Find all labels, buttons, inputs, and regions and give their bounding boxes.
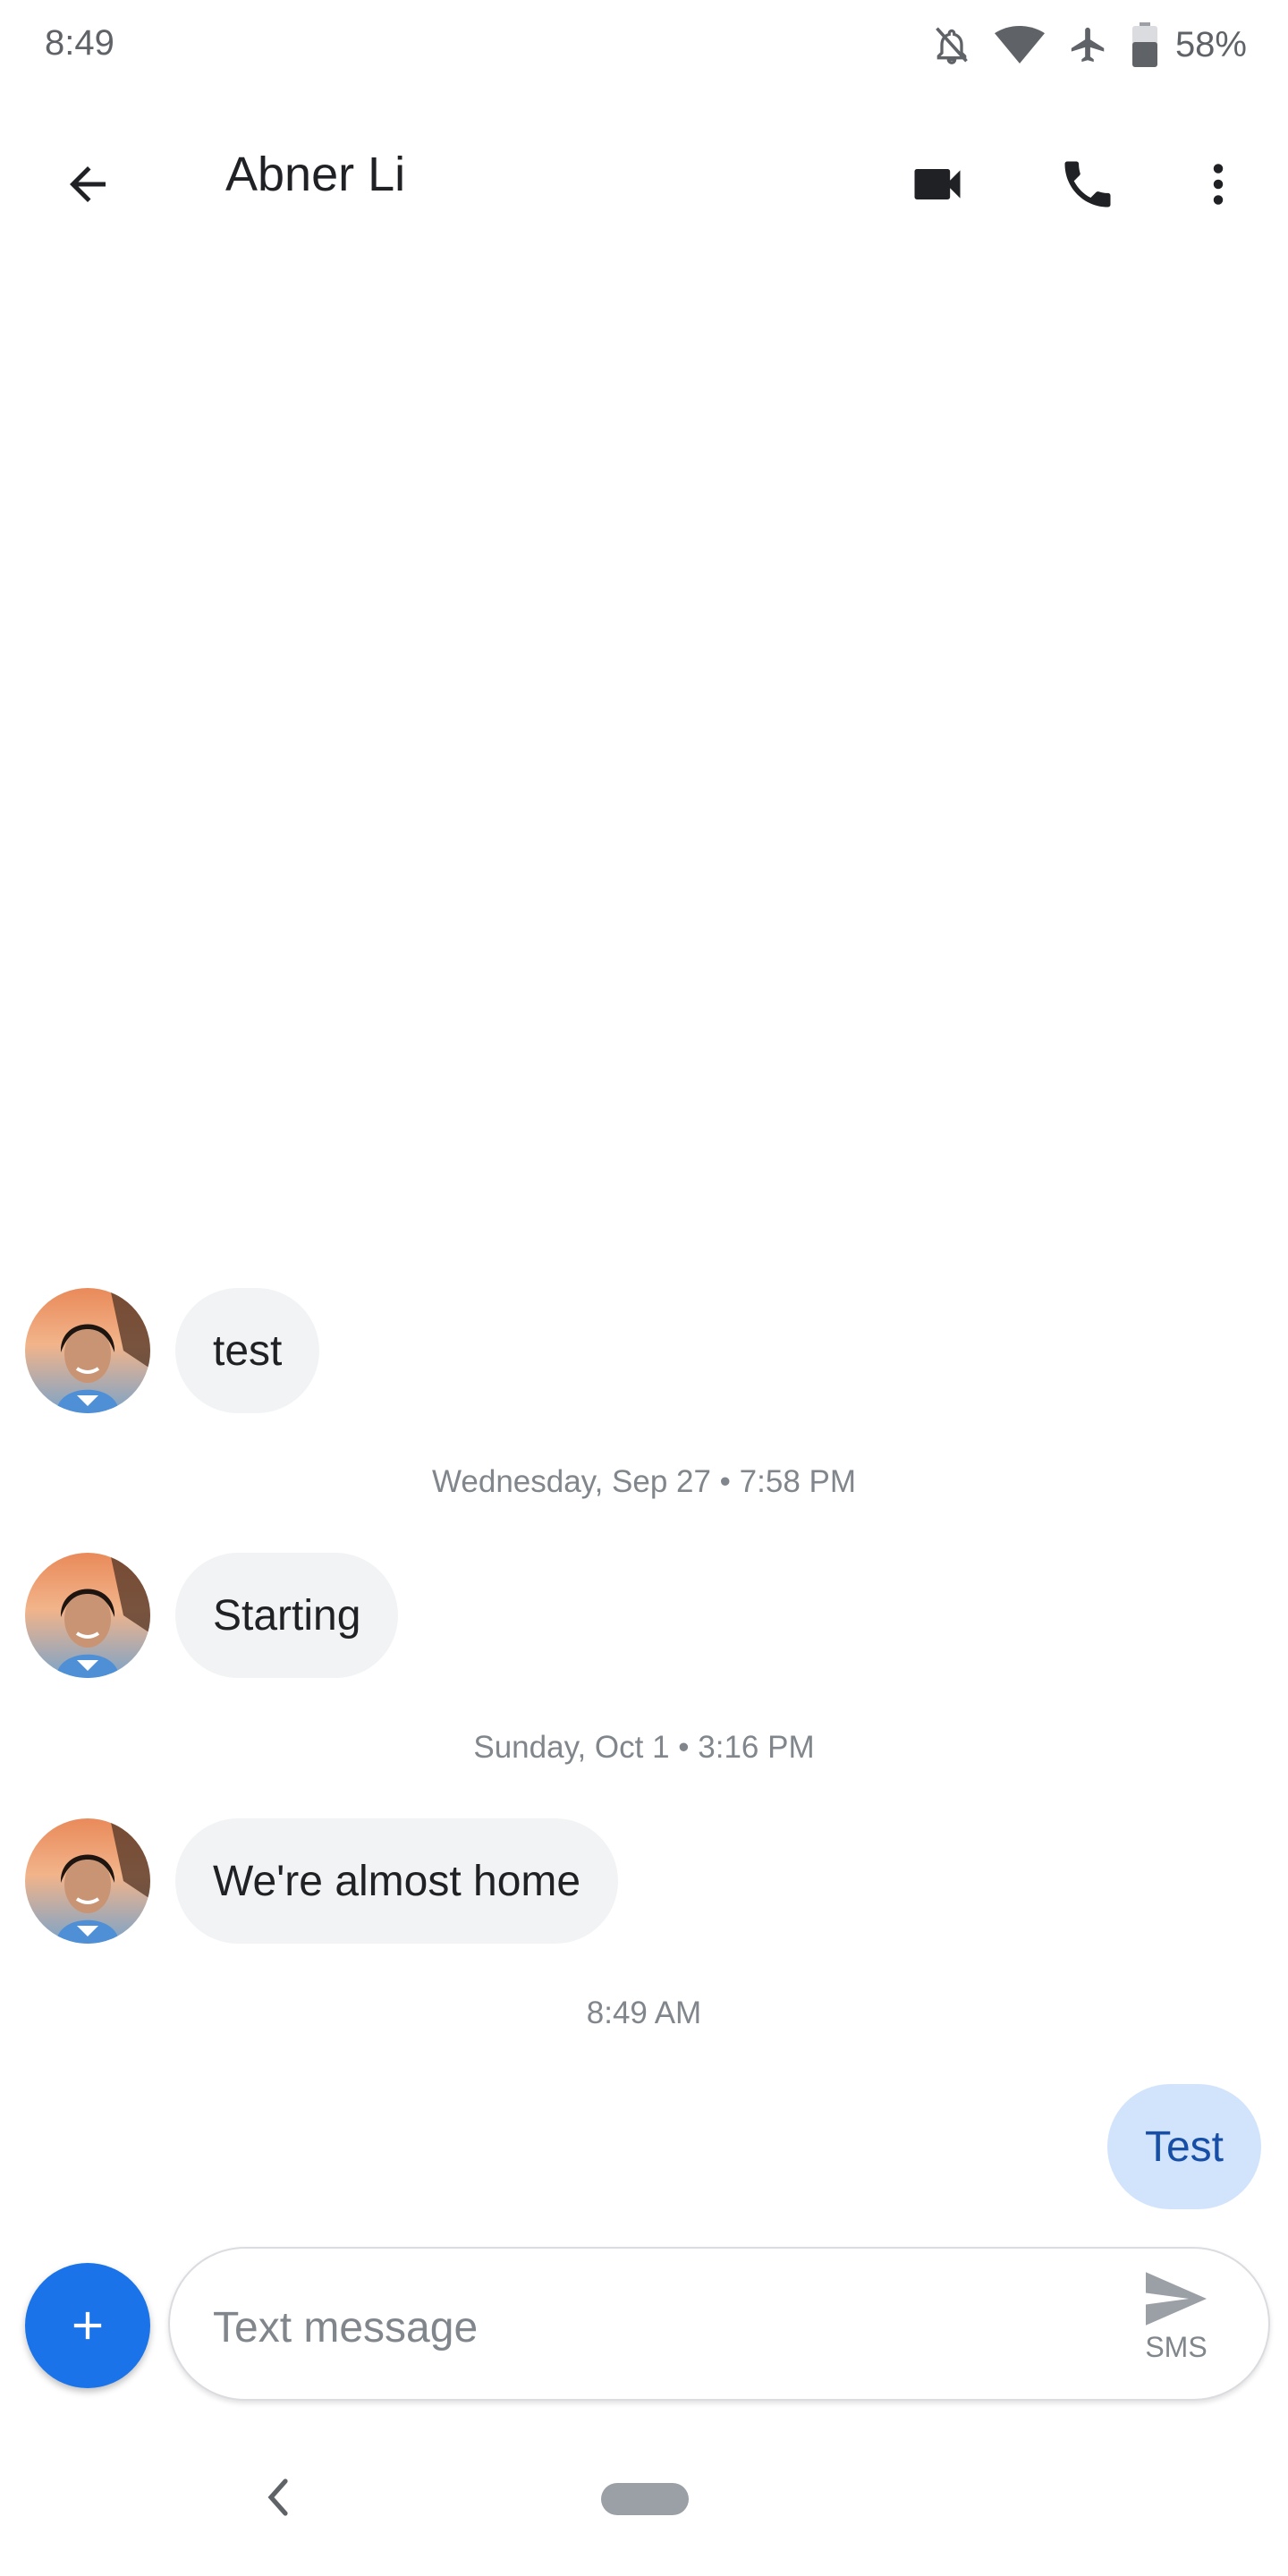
incoming-message[interactable]: Starting [175, 1553, 399, 1678]
contact-avatar[interactable] [25, 1553, 150, 1678]
back-button[interactable] [43, 140, 132, 229]
compose-bar: SMS [168, 2247, 1270, 2401]
text-message-input[interactable] [213, 2299, 1018, 2356]
message-timestamp: 8:49 AM [586, 1996, 702, 2030]
status-icons: 58% [932, 20, 1247, 70]
status-time: 8:49 [45, 23, 114, 63]
wifi-icon [994, 25, 1045, 64]
add-attachment-button[interactable] [25, 2263, 150, 2388]
contact-photo [25, 1553, 150, 1678]
messages-screen: 8:49 58% Abner Li test Wednesday, Sep 27… [0, 0, 1288, 2576]
send-sms-button[interactable]: SMS [1127, 2272, 1225, 2383]
more-options-button[interactable] [1174, 140, 1263, 229]
plus-icon [73, 2311, 102, 2340]
message-timestamp: Sunday, Oct 1 • 3:16 PM [473, 1730, 815, 1765]
phone-icon [1064, 158, 1116, 208]
battery-percent: 58% [1174, 24, 1247, 64]
contact-name: Abner Li [225, 148, 406, 201]
airplane-mode-icon [1068, 23, 1109, 66]
contact-avatar[interactable] [25, 1288, 150, 1413]
nav-home-pill[interactable] [601, 2483, 689, 2515]
contact-photo [25, 1288, 150, 1413]
incoming-message[interactable]: test [175, 1288, 320, 1413]
battery-icon [1131, 22, 1157, 67]
video-call-icon [914, 169, 961, 199]
contact-photo [25, 1818, 150, 1944]
app-bar: Abner Li [0, 107, 1288, 243]
sms-label: SMS [1145, 2331, 1208, 2363]
video-call-button[interactable] [893, 140, 982, 229]
status-bar: 8:49 58% [0, 0, 1288, 89]
notifications-off-icon [932, 23, 971, 66]
message-timestamp: Wednesday, Sep 27 • 7:58 PM [431, 1464, 857, 1499]
contact-avatar[interactable] [25, 1818, 150, 1944]
more-vert-icon [1213, 164, 1224, 205]
outgoing-message[interactable]: Test [1106, 2084, 1261, 2209]
back-arrow-icon [70, 166, 106, 202]
send-icon [1146, 2272, 1207, 2326]
phone-call-button[interactable] [1043, 140, 1132, 229]
nav-back-button[interactable] [256, 2470, 301, 2524]
chevron-left-icon [267, 2479, 288, 2516]
incoming-message[interactable]: We're almost home [175, 1818, 619, 1944]
